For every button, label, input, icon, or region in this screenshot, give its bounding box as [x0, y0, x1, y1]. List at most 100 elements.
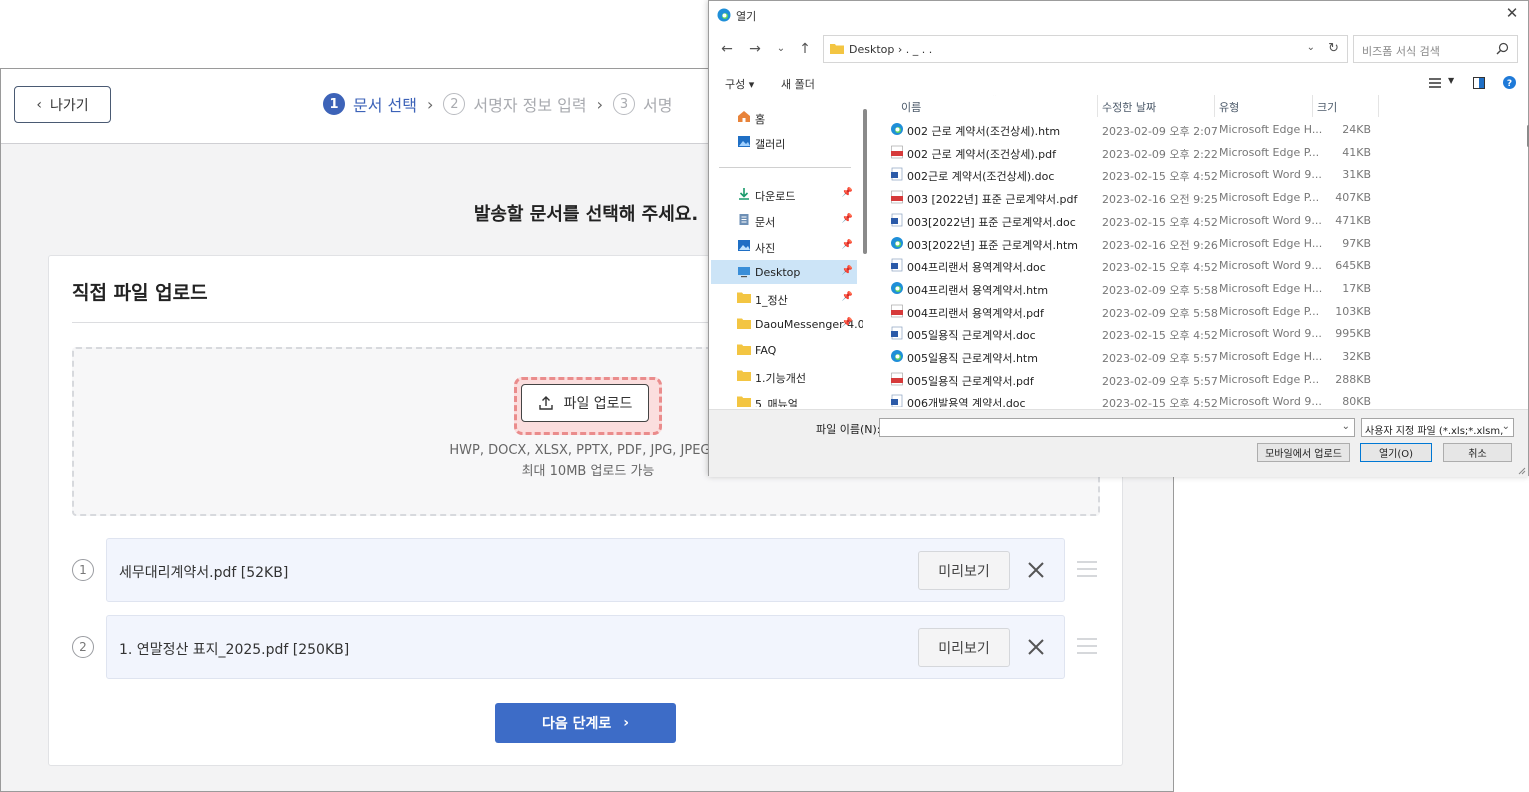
folder-icon	[737, 370, 751, 381]
file-list-row[interactable]: 004프리랜서 용역계약서.doc 2023-02-15 오후 4:52 Micro…	[873, 254, 1521, 276]
file-list-size: 31KB	[1342, 168, 1371, 182]
search-input[interactable]: 비즈폼 서식 검색	[1353, 35, 1518, 63]
chevron-down-icon: ⌄	[1499, 421, 1510, 432]
card-title: 직접 파일 업로드	[72, 282, 208, 304]
file-list-type: Microsoft Word 9...	[1219, 395, 1322, 407]
step-2: 2 서명자 정보 입력	[443, 92, 587, 116]
preview-button[interactable]: 미리보기	[918, 628, 1010, 667]
file-list-row[interactable]: 005일용직 근로계약서.pdf 2023-02-09 오후 5:57 Micros…	[873, 368, 1521, 390]
file-list-row[interactable]: 002근로 계약서(조건상세).doc 2023-02-15 오후 4:52 Mic…	[873, 163, 1521, 185]
file-list-row[interactable]: 002 근로 계약서(조건상세).htm 2023-02-09 오후 2:07 Mi…	[873, 118, 1521, 140]
column-separator[interactable]	[1312, 95, 1313, 117]
column-date[interactable]: 수정한 날짜	[1102, 99, 1156, 115]
file-list-row[interactable]: 004프리랜서 용역계약서.pdf 2023-02-09 오후 5:58 Micro…	[873, 300, 1521, 322]
file-list-name: 005일용직 근로계약서.pdf	[907, 374, 1034, 388]
file-name-label: 파일 이름(N):	[816, 423, 881, 436]
file-item: 세무대리계약서.pdf [52KB] 미리보기	[106, 538, 1065, 602]
file-list-date: 2023-02-15 오후 4:52	[1102, 397, 1218, 407]
file-list-row[interactable]: 004프리랜서 용역계약서.htm 2023-02-09 오후 5:58 Micro…	[873, 277, 1521, 299]
file-list-date: 2023-02-15 오후 4:52	[1102, 170, 1218, 184]
organize-menu[interactable]: 구성 ▾	[725, 76, 754, 92]
pdf-file-icon	[891, 304, 903, 317]
sidebar-item[interactable]: 5_매뉴얼	[711, 390, 857, 407]
file-list-date: 2023-02-16 오전 9:25	[1102, 193, 1218, 207]
step-label: 문서 선택	[353, 96, 417, 115]
pdf-file-icon	[891, 372, 903, 385]
scrollbar[interactable]	[863, 109, 867, 254]
file-name: 세무대리계약서.pdf [52KB]	[119, 565, 289, 581]
view-options-icon[interactable]	[1429, 78, 1441, 88]
sidebar-item[interactable]: 갤러리	[711, 130, 857, 154]
sidebar-item[interactable]: 1_정산 📌	[711, 286, 857, 310]
file-name-input[interactable]: ⌄	[879, 418, 1355, 437]
sidebar-item[interactable]: DaouMessenger 4.0 📌	[711, 312, 863, 336]
recent-locations-icon[interactable]: ⌄	[771, 39, 791, 59]
sidebar-item[interactable]: Desktop 📌	[711, 260, 857, 284]
back-arrow-icon[interactable]: ←	[717, 39, 737, 59]
pin-icon: 📌	[841, 214, 853, 224]
address-path: Desktop › . _ . .	[849, 43, 933, 56]
file-list-row[interactable]: 003[2022년] 표준 근로계약서.doc 2023-02-15 오후 4:5…	[873, 209, 1521, 231]
column-separator[interactable]	[1097, 95, 1098, 117]
file-type-select[interactable]: 사용자 지정 파일 (*.xls;*.xlsm;* ⌄	[1361, 418, 1514, 437]
column-size[interactable]: 크기	[1317, 99, 1337, 115]
file-list-row[interactable]: 002 근로 계약서(조건상세).pdf 2023-02-09 오후 2:22 Mi…	[873, 141, 1521, 163]
sidebar-item[interactable]: 홈	[711, 105, 857, 129]
file-list-size: 80KB	[1342, 395, 1371, 407]
file-list-row[interactable]: 006개발용역 계약서.doc 2023-02-15 오후 4:52 Microso…	[873, 390, 1521, 407]
file-list-row[interactable]: 003[2022년] 표준 근로계약서.htm 2023-02-16 오전 9:2…	[873, 232, 1521, 254]
file-list-row[interactable]: 005일용직 근로계약서.htm 2023-02-09 오후 5:57 Micros…	[873, 345, 1521, 367]
column-separator[interactable]	[1214, 95, 1215, 117]
upload-from-mobile-button[interactable]: 모바일에서 업로드	[1257, 443, 1350, 462]
word-file-icon	[891, 168, 903, 181]
sidebar-item[interactable]: 1.기능개선	[711, 364, 857, 388]
cancel-button[interactable]: 취소	[1443, 443, 1512, 462]
file-list-row[interactable]: 005일용직 근로계약서.doc 2023-02-15 오후 4:52 Micros…	[873, 322, 1521, 344]
open-button[interactable]: 열기(O)	[1360, 443, 1432, 462]
back-button[interactable]: ‹ 나가기	[14, 86, 111, 123]
close-icon[interactable]	[1025, 559, 1047, 581]
file-row: 2 1. 연말정산 표지_2025.pdf [250KB] 미리보기	[72, 615, 1102, 679]
file-upload-button[interactable]: 파일 업로드	[521, 384, 649, 422]
sidebar-item[interactable]: FAQ	[711, 338, 857, 362]
forward-arrow-icon[interactable]: →	[745, 39, 765, 59]
resize-grip-icon[interactable]	[1516, 465, 1526, 475]
chevron-down-icon[interactable]: ⌄	[1307, 42, 1315, 53]
edge-file-icon	[891, 123, 903, 135]
preview-pane-icon[interactable]	[1473, 77, 1485, 89]
step-number: 1	[323, 93, 345, 115]
file-list-size: 288KB	[1335, 372, 1371, 386]
dialog-title: 열기	[736, 10, 757, 23]
file-list-size: 407KB	[1335, 191, 1371, 205]
sidebar-item-label: FAQ	[755, 344, 777, 357]
sidebar-item[interactable]: 문서 📌	[711, 208, 857, 232]
folder-icon	[737, 318, 751, 329]
column-name[interactable]: 이름	[901, 99, 921, 115]
file-list-size: 103KB	[1335, 304, 1371, 318]
help-icon[interactable]: ?	[1503, 76, 1516, 89]
sidebar-item[interactable]: 사진 📌	[711, 234, 857, 258]
sidebar-item[interactable]: 다운로드 📌	[711, 182, 857, 206]
dialog-footer: 파일 이름(N): ⌄ 사용자 지정 파일 (*.xls;*.xlsm;* ⌄ …	[709, 409, 1528, 477]
column-type[interactable]: 유형	[1219, 99, 1239, 115]
close-icon[interactable]: ✕	[1504, 5, 1520, 21]
pictures-icon	[738, 240, 750, 251]
close-icon[interactable]	[1025, 636, 1047, 658]
file-item: 1. 연말정산 표지_2025.pdf [250KB] 미리보기	[106, 615, 1065, 679]
sidebar-item-label: 문서	[755, 216, 776, 229]
column-separator[interactable]	[1378, 95, 1379, 117]
address-bar[interactable]: Desktop › . _ . . ⌄ ↻	[823, 35, 1348, 63]
step-number: 2	[443, 93, 466, 115]
drag-handle-icon[interactable]	[1077, 560, 1097, 578]
file-list-type: Microsoft Edge H...	[1219, 350, 1323, 363]
up-arrow-icon[interactable]: ↑	[795, 39, 815, 59]
new-folder-button[interactable]: 새 폴더	[781, 76, 815, 92]
file-list-size: 645KB	[1335, 259, 1371, 273]
chevron-down-icon[interactable]: ⌄	[1342, 421, 1350, 432]
file-list-row[interactable]: 003 [2022년] 표준 근로계약서.pdf 2023-02-16 오전 9:…	[873, 186, 1521, 208]
preview-button[interactable]: 미리보기	[918, 551, 1010, 590]
next-step-button[interactable]: 다음 단계로 ›	[495, 703, 676, 743]
drag-handle-icon[interactable]	[1077, 637, 1097, 655]
chevron-down-icon[interactable]: ▼	[1448, 76, 1454, 85]
refresh-icon[interactable]: ↻	[1328, 41, 1339, 56]
